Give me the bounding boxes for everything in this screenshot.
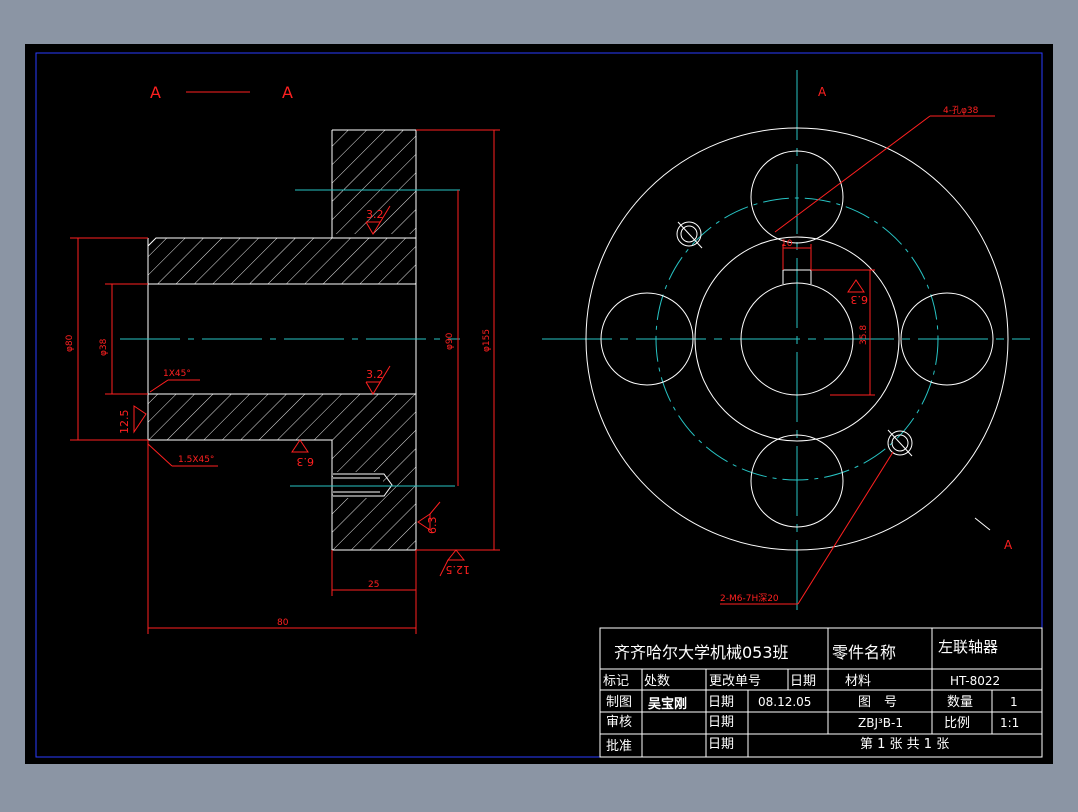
- svg-text:3.2: 3.2: [366, 368, 384, 381]
- drawing-no: ZBJ³B-1: [858, 716, 903, 730]
- quantity-label: 数量: [947, 695, 973, 710]
- header-date: 日期: [790, 674, 816, 689]
- dim-pcd: φ90: [445, 332, 455, 350]
- dim-hub-length: 25: [368, 580, 379, 590]
- section-label-left: A: [150, 83, 161, 102]
- date-label-2: 日期: [708, 715, 734, 730]
- tapped-hole-clear: [333, 472, 383, 498]
- section-label-right: A: [282, 83, 293, 102]
- drawn-by: 吴宝刚: [648, 696, 687, 712]
- drawing-no-label: 图 号: [858, 695, 897, 710]
- dim-key-width: 10: [781, 239, 793, 249]
- hub-upper-hatch: [148, 238, 416, 284]
- scale-value: 1:1: [1000, 716, 1019, 730]
- dim-bore: φ38: [99, 338, 109, 356]
- header-count: 处数: [644, 674, 670, 689]
- drawn-label: 制图: [606, 695, 632, 710]
- material-code: HT-8022: [950, 674, 1000, 688]
- date-label-3: 日期: [708, 737, 734, 752]
- hub-lower-hatch: [148, 394, 416, 440]
- part-name-label: 零件名称: [832, 643, 896, 662]
- dim-total-length: 80: [277, 618, 289, 628]
- date-label-1: 日期: [708, 695, 734, 710]
- dim-od-left: φ80: [65, 334, 75, 352]
- dim-key-height: 35.8: [859, 325, 869, 345]
- sheet-info: 第 1 张 共 1 张: [860, 737, 949, 752]
- svg-text:12.5: 12.5: [118, 410, 131, 435]
- header-change: 更改单号: [709, 674, 761, 689]
- dim-holes: 4-孔φ38: [943, 105, 979, 116]
- drawing-canvas[interactable]: A A φ80 φ38 φ90 φ155 25 80 1X45° 1.5X45°…: [0, 0, 1078, 808]
- part-name: 左联轴器: [938, 638, 998, 656]
- svg-text:6.3: 6.3: [297, 455, 315, 468]
- header-material: 材料: [845, 674, 871, 689]
- view-mark-top: A: [818, 85, 827, 99]
- dim-chamfer2: 1.5X45°: [178, 455, 214, 465]
- school-name: 齐齐哈尔大学机械053班: [614, 643, 789, 662]
- dim-chamfer1: 1X45°: [163, 369, 191, 379]
- svg-text:3.2: 3.2: [366, 208, 384, 221]
- view-mark-bottom: A: [1004, 538, 1013, 552]
- svg-text:6.3: 6.3: [851, 293, 869, 306]
- header-mark: 标记: [603, 674, 629, 689]
- scale-label: 比例: [944, 716, 970, 731]
- date-value: 08.12.05: [758, 695, 811, 709]
- check-label: 审核: [606, 715, 632, 730]
- cad-viewport[interactable]: A A φ80 φ38 φ90 φ155 25 80 1X45° 1.5X45°…: [0, 0, 1078, 808]
- dim-threads: 2-M6-7H深20: [720, 593, 779, 604]
- svg-text:12.5: 12.5: [446, 563, 471, 576]
- approve-label: 批准: [606, 739, 632, 754]
- dim-outer: φ155: [482, 329, 492, 352]
- quantity-value: 1: [1010, 695, 1018, 709]
- svg-text:6.3: 6.3: [426, 517, 439, 535]
